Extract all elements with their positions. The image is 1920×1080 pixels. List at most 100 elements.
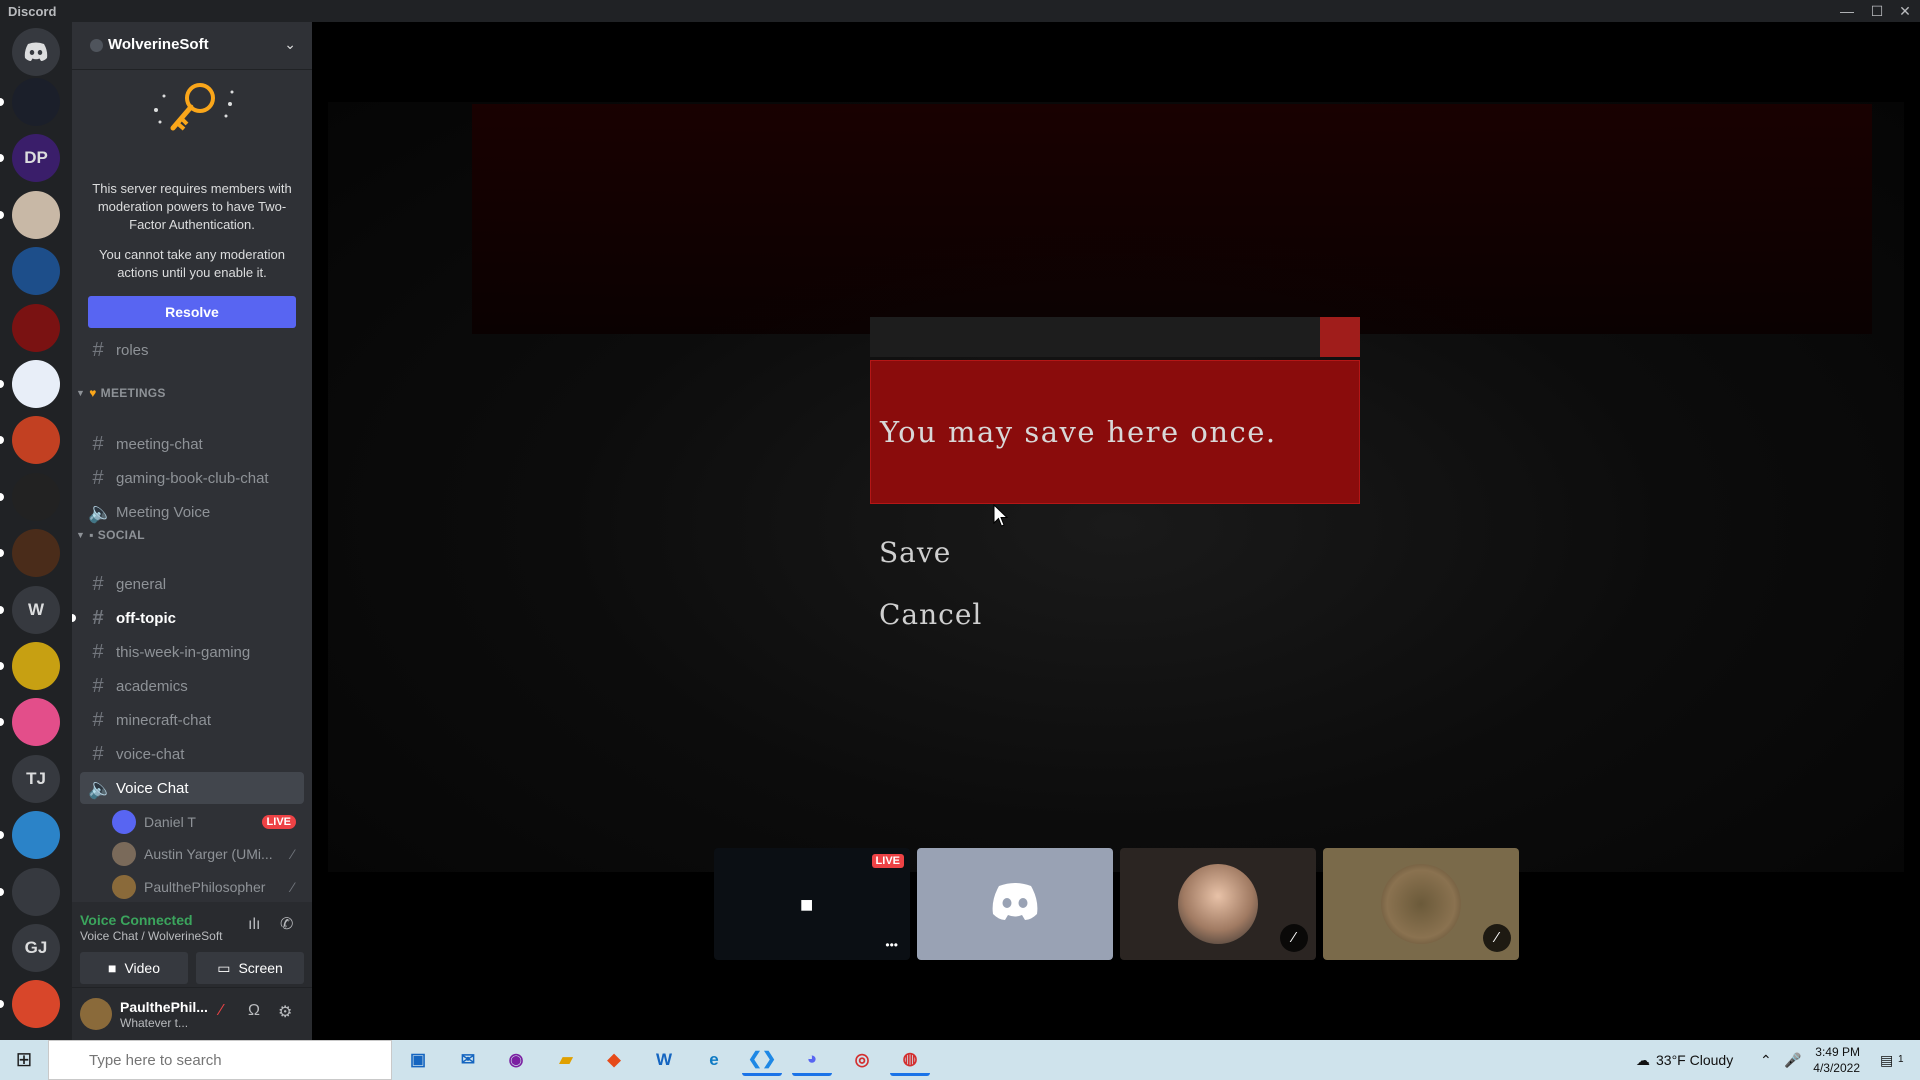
close-button[interactable]: ✕ bbox=[1894, 0, 1916, 22]
mic-muted-icon: ⁄ bbox=[1280, 924, 1308, 952]
server-6[interactable] bbox=[12, 360, 60, 408]
file-explorer-icon[interactable]: ▰ bbox=[546, 1044, 586, 1076]
server-9[interactable] bbox=[12, 529, 60, 578]
gear-icon[interactable]: ⚙ bbox=[278, 1002, 292, 1022]
channel-roles[interactable]: # roles bbox=[80, 334, 304, 366]
hash-icon: # bbox=[92, 640, 104, 663]
category-social[interactable]: ▼ ▪ SOCIAL bbox=[76, 528, 145, 542]
voice-user[interactable]: Daniel T LIVE bbox=[112, 808, 304, 836]
channel-meeting-voice[interactable]: 🔈 Meeting Voice bbox=[80, 496, 304, 528]
server-gj[interactable]: GJ bbox=[12, 924, 60, 972]
store-icon[interactable]: ▣ bbox=[398, 1044, 438, 1076]
notification-icon[interactable]: ▤ bbox=[1880, 1040, 1893, 1080]
chrome-icon[interactable]: ◍ bbox=[890, 1044, 930, 1076]
resolve-button[interactable]: Resolve bbox=[88, 296, 296, 328]
server-4[interactable] bbox=[12, 247, 60, 296]
hash-icon: # bbox=[92, 674, 104, 697]
app-icon[interactable]: ◎ bbox=[842, 1044, 882, 1076]
screen-share-button[interactable]: ▭ Screen bbox=[196, 952, 304, 984]
unread-indicator bbox=[0, 887, 4, 896]
participant-tile-paul[interactable]: ⁄ bbox=[1323, 848, 1519, 960]
channel-label: Meeting Voice bbox=[116, 503, 211, 521]
discord-taskbar-icon[interactable]: ◕ bbox=[792, 1044, 832, 1076]
windows-start-icon[interactable]: ⊞ bbox=[0, 1040, 48, 1080]
discord-logo-icon bbox=[24, 42, 48, 61]
headphones-icon[interactable]: Ω bbox=[248, 1002, 260, 1020]
channel-label: general bbox=[116, 575, 167, 593]
taskbar-search-input[interactable] bbox=[48, 1040, 392, 1080]
vscode-icon[interactable]: ❮❯ bbox=[742, 1044, 782, 1076]
channel-voice-chat[interactable]: 🔈 Voice Chat bbox=[80, 772, 304, 804]
server-tj[interactable]: TJ bbox=[12, 754, 60, 803]
server-w[interactable]: W bbox=[12, 585, 60, 634]
channel-off-topic[interactable]: # off-topic bbox=[72, 602, 304, 634]
channel-this-week-in-gaming[interactable]: # this-week-in-gaming bbox=[80, 636, 304, 668]
clock[interactable]: 3:49 PM 4/3/2022 bbox=[1813, 1044, 1860, 1076]
server-1[interactable] bbox=[12, 78, 60, 126]
unread-indicator bbox=[0, 492, 4, 501]
category-label: MEETINGS bbox=[100, 386, 166, 400]
stream-tile-daniel[interactable]: LIVE ■ ••• bbox=[714, 848, 910, 960]
avatar[interactable] bbox=[80, 998, 112, 1030]
mail-icon[interactable]: ✉ bbox=[448, 1044, 488, 1076]
unread-indicator bbox=[0, 1000, 4, 1009]
server-14[interactable] bbox=[12, 811, 60, 860]
edge-icon[interactable]: e bbox=[694, 1044, 734, 1076]
maximize-button[interactable]: ☐ bbox=[1866, 0, 1888, 22]
unread-indicator bbox=[0, 154, 4, 163]
channel-minecraft-chat[interactable]: # minecraft-chat bbox=[80, 704, 304, 736]
server-3[interactable] bbox=[12, 190, 60, 239]
more-options-icon[interactable]: ••• bbox=[885, 938, 898, 952]
mouse-cursor-icon bbox=[993, 504, 1009, 527]
speaker-icon: 🔈 bbox=[88, 501, 113, 524]
weather-text[interactable]: 33°F Cloudy bbox=[1656, 1040, 1733, 1080]
server-8[interactable] bbox=[12, 472, 60, 521]
channel-voice-chat-text[interactable]: # voice-chat bbox=[80, 738, 304, 770]
voice-connected-status[interactable]: Voice Connected bbox=[80, 912, 193, 928]
discord-logo-icon bbox=[992, 883, 1038, 920]
channel-academics[interactable]: # academics bbox=[80, 670, 304, 702]
server-11[interactable] bbox=[12, 642, 60, 690]
avatar bbox=[1381, 864, 1461, 944]
hash-icon: # bbox=[92, 466, 104, 489]
office-icon[interactable]: ◆ bbox=[594, 1044, 634, 1076]
option-cancel[interactable]: Cancel bbox=[879, 598, 982, 631]
minimize-button[interactable]: — bbox=[1836, 0, 1858, 22]
category-meetings[interactable]: ▼ ♥ MEETINGS bbox=[76, 386, 166, 400]
word-icon[interactable]: W bbox=[644, 1044, 684, 1076]
server-header[interactable]: WolverineSoft ⌄ bbox=[72, 22, 312, 70]
chevron-up-icon[interactable]: ⌃ bbox=[1760, 1040, 1772, 1080]
obs-icon[interactable]: ◉ bbox=[496, 1044, 536, 1076]
option-save[interactable]: Save bbox=[879, 536, 951, 569]
server-15[interactable] bbox=[12, 867, 60, 916]
channel-meeting-chat[interactable]: # meeting-chat bbox=[80, 428, 304, 460]
chevron-down-icon: ▼ bbox=[76, 388, 86, 398]
server-dp[interactable]: DP bbox=[12, 134, 60, 183]
unread-indicator bbox=[0, 98, 4, 106]
server-12[interactable] bbox=[12, 698, 60, 747]
channel-gaming-book-club-chat[interactable]: # gaming-book-club-chat bbox=[80, 462, 304, 494]
server-17[interactable] bbox=[12, 980, 60, 1029]
app-title: Discord bbox=[8, 4, 57, 19]
dialog-close-box bbox=[1320, 317, 1360, 357]
participant-tile-discord[interactable] bbox=[917, 848, 1113, 960]
mic-muted-icon: ⁄ bbox=[291, 879, 294, 895]
channel-general[interactable]: # general bbox=[80, 568, 304, 600]
voice-user[interactable]: PaulthePhilosopher ⁄ bbox=[112, 873, 304, 901]
video-camera-icon: ■ bbox=[800, 892, 814, 917]
disconnect-icon[interactable]: ✆ bbox=[280, 914, 293, 934]
server-5[interactable] bbox=[12, 303, 60, 352]
server-7[interactable] bbox=[12, 416, 60, 465]
noise-suppression-icon[interactable]: ılı bbox=[248, 916, 260, 934]
mic-muted-icon[interactable]: ⁄ bbox=[220, 1002, 223, 1020]
camera-icon: ■ bbox=[107, 960, 117, 976]
chevron-down-icon[interactable]: ⌄ bbox=[284, 36, 296, 53]
discord-home-icon[interactable] bbox=[12, 28, 60, 76]
video-button[interactable]: ■ Video bbox=[80, 952, 188, 984]
participant-tile-austin[interactable]: ⁄ bbox=[1120, 848, 1316, 960]
voice-user[interactable]: Austin Yarger (UMi... ⁄ bbox=[112, 840, 304, 868]
hash-icon: # bbox=[92, 708, 104, 731]
stream-stage[interactable]: You may save here once. Save Cancel LIVE… bbox=[312, 22, 1920, 1040]
microphone-icon[interactable]: 🎤 bbox=[1784, 1040, 1801, 1080]
channel-label: roles bbox=[116, 341, 149, 359]
